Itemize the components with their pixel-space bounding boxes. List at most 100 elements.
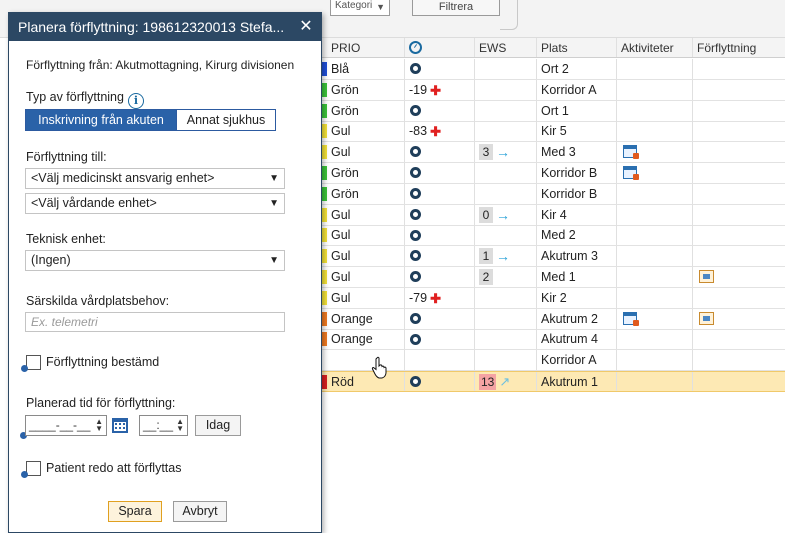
category-select-value: Kategori (335, 0, 373, 11)
observation-cell: -83 ✚ (405, 121, 475, 142)
prio-label: Orange (331, 332, 373, 347)
forflyttning-cell (693, 267, 785, 287)
ews-score: 2 (479, 269, 493, 285)
medical-unit-select-value: <Välj medicinskt ansvarig enhet> (31, 171, 215, 185)
table-row[interactable]: Gul 1 → Akutrum 3 (317, 246, 785, 268)
col-ews[interactable]: EWS (475, 38, 537, 57)
ews-score: 3 (479, 144, 493, 161)
plats-cell: Med 2 (537, 225, 617, 246)
care-needs-input[interactable]: Ex. telemetri (25, 312, 285, 332)
ready-checkbox-row[interactable]: Patient redo att förflyttas (21, 461, 226, 479)
aktiviteter-cell (617, 183, 693, 204)
tech-unit-select[interactable]: (Ingen) ▼ (25, 250, 285, 271)
table-row[interactable]: Grön Ort 1 (317, 100, 785, 122)
prio-cell: Gul (317, 246, 405, 267)
table-row[interactable]: Gul -83 ✚ Kir 5 (317, 121, 785, 143)
prio-label: Orange (331, 311, 373, 326)
ews-score: 0 (479, 206, 493, 223)
hand-cursor-icon (371, 356, 387, 379)
aktiviteter-cell (617, 204, 693, 225)
filter-button[interactable]: Filtrera (412, 0, 500, 16)
table-row[interactable]: Grön Korridor B (317, 163, 785, 184)
activity-calendar-icon[interactable] (623, 311, 639, 326)
type-option-other-hospital[interactable]: Annat sjukhus (176, 110, 275, 130)
col-aktiviteter[interactable]: Aktiviteter (617, 38, 693, 57)
table-row[interactable]: Orange Akutrum 2 (317, 308, 785, 330)
type-option-admission[interactable]: Inskrivning från akuten (26, 110, 176, 130)
col-forflyttning[interactable]: Förflyttning (693, 38, 785, 57)
save-button[interactable]: Spara (108, 501, 162, 522)
info-icon[interactable]: i (127, 93, 144, 109)
transfer-icon[interactable] (699, 311, 714, 325)
prio-label: Gul (331, 145, 351, 160)
table-row[interactable]: Gul -79 ✚ Kir 2 (317, 287, 785, 309)
table-row[interactable]: Gul 2 Med 1 (317, 267, 785, 288)
ews-cell (475, 79, 537, 100)
table-row[interactable]: Grön -19 ✚ Korridor A (317, 79, 785, 101)
plats-cell: Korridor A (537, 79, 617, 100)
plats-cell: Akutrum 3 (537, 246, 617, 267)
date-input[interactable]: ____-__-__ ▲ ▼ (25, 415, 107, 436)
table-row[interactable]: Gul Med 2 (317, 225, 785, 247)
red-cross-icon: ✚ (430, 124, 441, 140)
calendar-icon[interactable] (111, 416, 129, 434)
prio-cell: Gul (317, 121, 405, 142)
trend-arrow-icon: → (496, 206, 510, 223)
table-row[interactable]: Gul 3 → Med 3 (317, 142, 785, 164)
medical-unit-select[interactable]: <Välj medicinskt ansvarig enhet> ▼ (25, 168, 285, 189)
table-row[interactable]: Gul 0 → Kir 4 (317, 204, 785, 226)
aktiviteter-cell (617, 59, 693, 79)
forflyttning-cell (693, 372, 785, 391)
col-plats[interactable]: Plats (537, 38, 617, 57)
ews-cell (475, 329, 537, 350)
table-row[interactable]: Grön Korridor B (317, 183, 785, 205)
forflyttning-cell (693, 121, 785, 141)
ews-cell (475, 163, 537, 183)
forflyttning-cell (693, 350, 785, 370)
required-dot-icon (21, 365, 28, 372)
prio-cell: Blå (317, 59, 405, 79)
care-needs-label: Särskilda vårdplatsbehov: (26, 294, 170, 308)
prio-cell: Gul (317, 204, 405, 225)
table-row[interactable]: Orange Akutrum 4 (317, 329, 785, 351)
cancel-button[interactable]: Avbryt (173, 501, 227, 522)
transfer-icon[interactable] (699, 270, 714, 283)
status-ring-icon (410, 250, 421, 262)
today-button[interactable]: Idag (195, 415, 241, 436)
plats-cell: Ort 1 (537, 100, 617, 121)
transfer-to-label: Förflyttning till: (26, 150, 107, 164)
aktiviteter-cell (617, 287, 693, 308)
decided-checkbox[interactable] (26, 355, 41, 370)
status-ring-icon (410, 271, 421, 283)
forflyttning-cell (693, 184, 785, 204)
toolbar-frame (500, 0, 518, 30)
observation-cell (405, 225, 475, 246)
category-select[interactable]: Kategori ▼ (330, 0, 390, 16)
transfer-type-toggle: Inskrivning från akuten Annat sjukhus (25, 109, 276, 131)
care-unit-select[interactable]: <Välj vårdande enhet> ▼ (25, 193, 285, 214)
plats-cell: Kir 2 (537, 287, 617, 308)
ews-cell: 3 → (475, 142, 537, 163)
prio-cell: Gul (317, 287, 405, 308)
time-input[interactable]: __:__ ▲ ▼ (139, 415, 188, 436)
forflyttning-cell (693, 80, 785, 100)
plats-cell: Ort 2 (537, 59, 617, 79)
status-ring-icon (410, 167, 421, 179)
plats-cell: Korridor A (537, 350, 617, 371)
aktiviteter-cell (617, 79, 693, 100)
observation-cell (405, 142, 475, 163)
ready-checkbox[interactable] (26, 461, 41, 476)
decided-checkbox-row[interactable]: Förflyttning bestämd (21, 355, 226, 373)
col-observation[interactable] (405, 38, 475, 57)
aktiviteter-cell (617, 246, 693, 267)
table-row[interactable]: Blå Ort 2 (317, 59, 785, 80)
activity-calendar-icon[interactable] (623, 166, 639, 180)
ews-cell (475, 183, 537, 204)
observation-cell: -19 ✚ (405, 79, 475, 100)
plats-cell: Akutrum 2 (537, 308, 617, 329)
activity-calendar-icon[interactable] (623, 145, 639, 160)
close-icon[interactable]: ✕ (299, 13, 313, 41)
chevron-down-icon: ▼ (269, 198, 279, 209)
col-prio[interactable]: PRIO (317, 38, 405, 57)
prio-cell: Grön (317, 163, 405, 183)
